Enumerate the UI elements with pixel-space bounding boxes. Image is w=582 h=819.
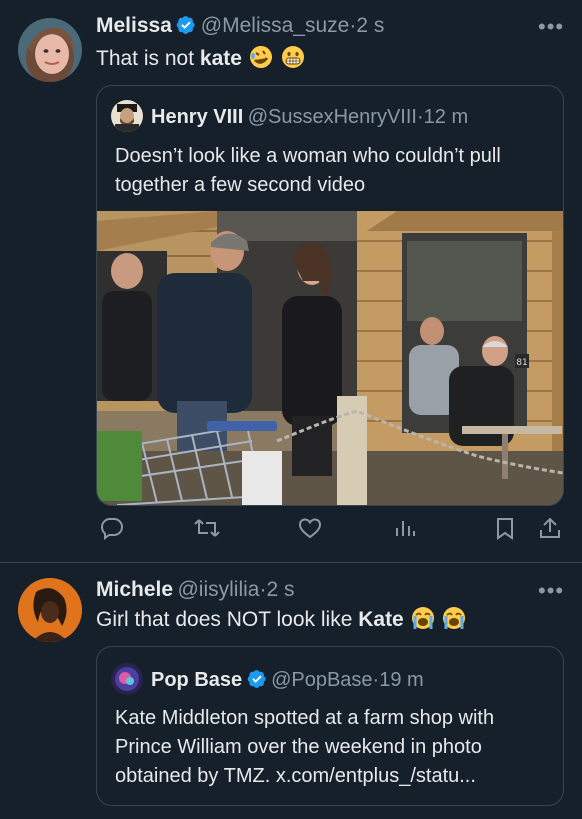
- grimacing-emoji-icon: [281, 46, 304, 68]
- like-icon[interactable]: [295, 513, 325, 543]
- farm-shop-photo: 81: [97, 211, 563, 505]
- author-name[interactable]: Melissa: [96, 14, 172, 37]
- share-icon[interactable]: [535, 513, 565, 543]
- loudly-crying-emoji-icon: [443, 607, 466, 629]
- quote-header: Pop Base @PopBase·19 m: [151, 669, 424, 692]
- tweet-text-bold: Kate: [358, 608, 404, 631]
- loudly-crying-emoji-icon: [411, 607, 434, 629]
- quoted-tweet-popbase[interactable]: Pop Base @PopBase·19 m Kate Middleton sp…: [96, 646, 564, 806]
- quote-author-handle: @SussexHenryVIII: [247, 106, 417, 128]
- more-options-icon[interactable]: •••: [538, 14, 564, 40]
- quote-header: Henry VIII @SussexHenryVIII·12 m: [151, 106, 468, 129]
- quote-text: Doesn’t look like a woman who couldn’t p…: [115, 145, 501, 196]
- avatar-image: [18, 578, 82, 642]
- quote-author-name: Henry VIII: [151, 106, 244, 128]
- tweet-divider: [0, 562, 582, 563]
- author-handle[interactable]: @iisylilia: [177, 578, 259, 601]
- tweet2-header: Michele @iisylilia·2 s: [96, 578, 295, 602]
- tweet-text: Girl that does NOT look like: [96, 608, 359, 631]
- retweet-icon[interactable]: [192, 513, 222, 543]
- verified-badge-icon: [247, 670, 266, 688]
- popbase-logo-avatar: [111, 663, 143, 695]
- bookmark-icon[interactable]: [490, 513, 520, 543]
- tweet-text: That is not: [96, 47, 200, 70]
- henry-portrait-avatar: [111, 100, 143, 132]
- quote-timestamp: 19 m: [379, 669, 424, 691]
- tweet-text-bold: kate: [199, 47, 242, 70]
- more-options-icon[interactable]: •••: [538, 578, 564, 604]
- quote-text: Kate Middleton spotted at a farm shop wi…: [115, 707, 495, 787]
- separator-dot: ·: [416, 106, 424, 128]
- verified-badge-icon: [177, 16, 195, 34]
- tweet2-text: Girl that does NOT look like Kate: [96, 605, 467, 634]
- quote-avatar: [111, 100, 143, 132]
- avatar-melissa[interactable]: [18, 18, 82, 82]
- timestamp[interactable]: 2 s: [266, 578, 294, 601]
- author-name[interactable]: Michele: [96, 578, 173, 601]
- avatar-image: [18, 18, 82, 82]
- quote-avatar: [111, 663, 143, 695]
- tweet1-text: That is not kate: [96, 44, 306, 73]
- quote-author-handle: @PopBase: [271, 669, 373, 691]
- quote-photo[interactable]: 81: [97, 211, 563, 505]
- tweet1-header: Melissa @Melissa_suze·2 s: [96, 14, 384, 38]
- quote-author-name: Pop Base: [151, 669, 243, 691]
- views-icon[interactable]: [390, 513, 420, 543]
- reply-icon[interactable]: [97, 513, 127, 543]
- timestamp[interactable]: 2 s: [356, 14, 384, 37]
- avatar-michele[interactable]: [18, 578, 82, 642]
- quoted-tweet-henry[interactable]: Henry VIII @SussexHenryVIII·12 m Doesn’t…: [96, 85, 564, 506]
- quote-timestamp: 12 m: [423, 106, 469, 128]
- author-handle[interactable]: @Melissa_suze: [201, 14, 350, 37]
- photo-sign-number: 81: [516, 358, 527, 368]
- rofl-emoji-icon: [249, 46, 272, 68]
